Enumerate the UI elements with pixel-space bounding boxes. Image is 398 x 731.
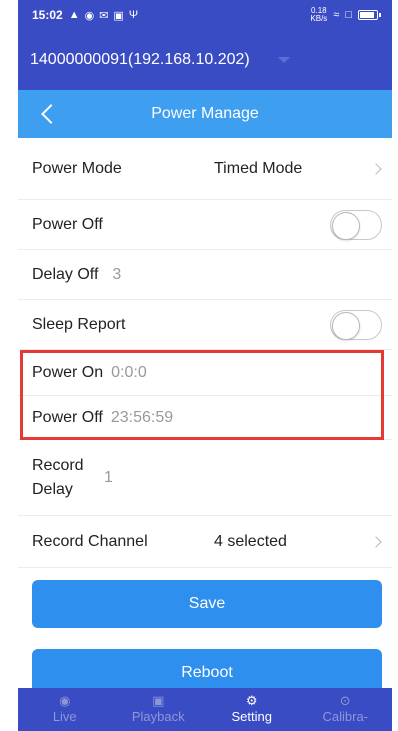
tab-setting[interactable]: ⚙ Setting [205, 688, 299, 731]
save-button[interactable]: Save [32, 580, 382, 628]
chevron-down-icon[interactable] [277, 57, 290, 63]
record-delay-value[interactable]: 1 [104, 469, 113, 487]
sleep-report-toggle[interactable] [330, 309, 382, 340]
record-delay-label: Record Delay [32, 456, 84, 498]
live-icon: ◉ [59, 693, 71, 708]
chevron-right-icon [370, 535, 382, 548]
delay-off-row[interactable]: Delay Off 3 [18, 250, 392, 300]
wifi-icon: ≈ [333, 9, 340, 21]
network-speed-icon: 0.18 KB/s [310, 6, 328, 23]
power-on-time-row[interactable]: Power On 0:0:0 [18, 350, 392, 396]
chevron-right-icon [370, 162, 382, 175]
sleep-report-label: Sleep Report [32, 315, 126, 333]
power-off-toggle[interactable] [330, 209, 382, 240]
record-channel-row[interactable]: Record Channel 4 selected [18, 516, 392, 568]
power-mode-row[interactable]: Power Mode Timed Mode [18, 138, 392, 200]
sleep-report-row: Sleep Report [18, 300, 392, 350]
power-off-time-row[interactable]: Power Off 23:56:59 [18, 396, 392, 440]
record-delay-row[interactable]: Record Delay 1 [18, 440, 392, 516]
tab-calibrate[interactable]: ⊙ Calibra- [299, 688, 393, 731]
tab-calibrate-label: Calibra- [322, 709, 368, 724]
power-off-toggle-row: Power Off [18, 200, 392, 250]
tab-playback[interactable]: ▣ Playback [112, 688, 206, 731]
gear-icon: ⚙ [245, 693, 258, 708]
message-icon: ▣ [113, 9, 124, 22]
power-on-time-value[interactable]: 0:0:0 [111, 364, 147, 382]
power-mode-label: Power Mode [32, 159, 122, 177]
delay-off-label: Delay Off [32, 265, 99, 283]
bottom-tab-bar: ◉ Live ▣ Playback ⚙ Setting ⊙ Calibra- [18, 688, 392, 731]
device-selector[interactable]: 14000000091(192.168.10.202) [18, 30, 392, 90]
power-off-toggle-label: Power Off [32, 215, 103, 233]
status-bar: 15:02 ▲ ◉ ✉ ▣ Ψ 0.18 KB/s ≈ □ [18, 0, 392, 30]
delay-off-value[interactable]: 3 [112, 266, 121, 284]
playback-icon: ▣ [152, 693, 165, 708]
device-label: 14000000091(192.168.10.202) [30, 51, 250, 68]
power-off-time-value[interactable]: 23:56:59 [111, 409, 173, 427]
power-on-time-label: Power On [32, 363, 104, 381]
page-title: Power Manage [151, 105, 259, 122]
back-icon[interactable] [36, 102, 60, 126]
tab-setting-label: Setting [231, 709, 272, 724]
settings-list[interactable]: Power Mode Timed Mode Power Off Delay Of… [18, 138, 392, 688]
status-time: 15:02 [32, 8, 63, 22]
location-icon: ◉ [84, 9, 95, 22]
record-channel-value: 4 selected [214, 532, 287, 550]
header-bar: Power Manage [18, 90, 392, 138]
mail-icon: ✉ [99, 9, 109, 22]
power-off-time-label: Power Off [32, 408, 103, 426]
reboot-button[interactable]: Reboot [32, 649, 382, 688]
battery-icon [358, 10, 381, 20]
record-channel-label: Record Channel [32, 532, 148, 550]
tab-live[interactable]: ◉ Live [18, 688, 112, 731]
usb-icon: Ψ [128, 8, 139, 21]
app-icon: ▲ [68, 8, 80, 21]
calibrate-icon: ⊙ [339, 693, 351, 708]
tab-playback-label: Playback [131, 709, 185, 724]
tab-live-label: Live [52, 709, 77, 724]
status-left-icons: ▲ ◉ ✉ ▣ Ψ [69, 9, 138, 22]
sim-icon: □ [345, 9, 352, 21]
power-mode-value: Timed Mode [214, 159, 303, 177]
status-right-icons: 0.18 KB/s ≈ □ [310, 6, 381, 23]
